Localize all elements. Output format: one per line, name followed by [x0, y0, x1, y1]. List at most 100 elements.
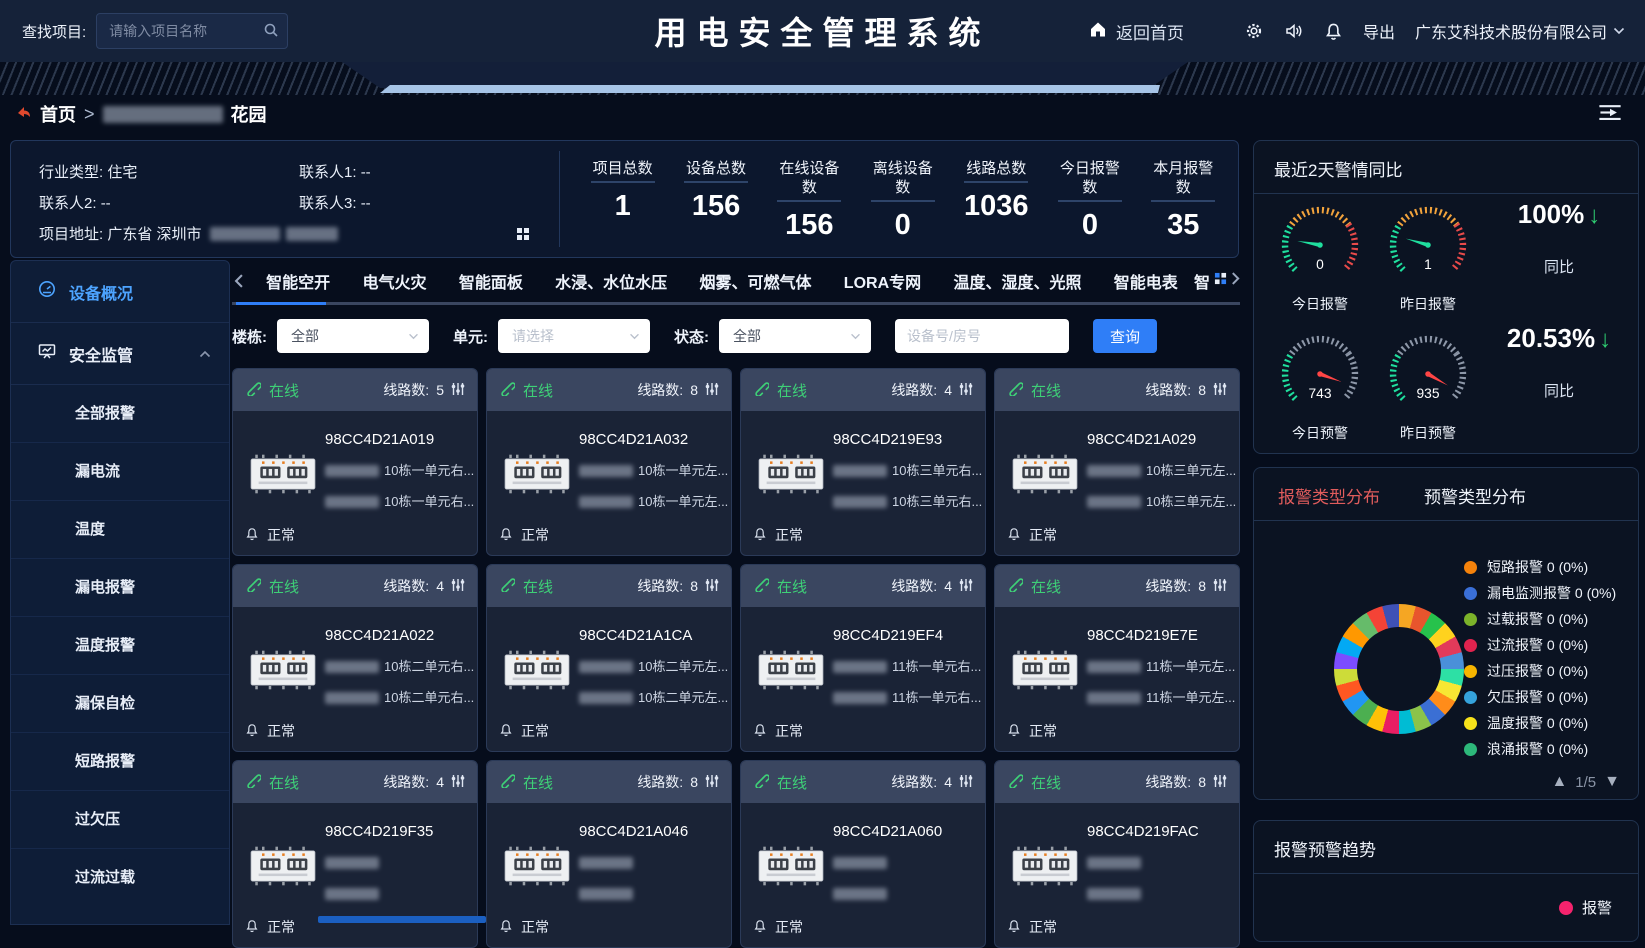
back-home-button[interactable]: 返回首页 [1088, 19, 1184, 44]
unit-select[interactable]: 请选择 [498, 319, 650, 353]
device-type-tab[interactable]: 智能空开 [256, 269, 340, 293]
divider [1254, 193, 1638, 194]
query-button[interactable]: 查询 [1093, 319, 1157, 353]
sliders-icon[interactable] [959, 578, 973, 595]
circuit-breaker-image [248, 649, 318, 696]
sliders-icon[interactable] [451, 382, 465, 399]
status-select[interactable]: 全部 [719, 319, 871, 353]
project-search-input[interactable] [97, 23, 320, 39]
legend-dot [1464, 717, 1477, 730]
legend-dot [1464, 743, 1477, 756]
sidebar-subitem[interactable]: 短路报警 [11, 732, 229, 790]
page-up-icon[interactable]: ▲ [1551, 773, 1567, 791]
legend-item: 欠压报警 0 (0%) [1464, 684, 1616, 710]
sliders-icon[interactable] [705, 774, 719, 791]
device-card[interactable]: 在线 线路数: 4 98CC4D219EF4 11栋一单元右... 11栋一单元… [740, 564, 986, 752]
gauge-dial: 935 [1378, 328, 1478, 420]
sliders-icon[interactable] [1213, 578, 1227, 595]
sliders-icon[interactable] [1213, 774, 1227, 791]
device-id: 98CC4D219E93 [833, 431, 985, 448]
device-card[interactable]: 在线 线路数: 8 98CC4D21A1CA 10栋二单元左... 10栋二单元… [486, 564, 732, 752]
sliders-icon[interactable] [451, 578, 465, 595]
sidebar-subitem[interactable]: 过流过载 [11, 848, 229, 906]
company-dropdown[interactable]: 广东艾科技术股份有限公司 [1415, 19, 1625, 43]
horizontal-scrollbar-thumb[interactable] [318, 916, 486, 923]
sidebar-subitem[interactable]: 温度报警 [11, 616, 229, 674]
device-card[interactable]: 在线 线路数: 8 98CC4D21A032 10栋一单元左... 10栋一单元… [486, 368, 732, 556]
device-type-tab[interactable]: 烟雾、可燃气体 [689, 269, 821, 293]
legend-dot [1464, 665, 1477, 678]
link-icon [1007, 380, 1023, 400]
filter-bar: 楼栋: 全部 单元: 请选择 状态: 全部 查询 [232, 318, 1240, 354]
stat-item: 本月报警数 35 [1151, 159, 1215, 242]
divider [1254, 873, 1638, 874]
breadcrumb: 首页 > 花园 [14, 101, 267, 127]
device-card[interactable]: 在线 线路数: 4 98CC4D21A060 正常 [740, 760, 986, 948]
stats-bar: 项目总数 1 设备总数 156 在线设备数 156 离线设备数 0 线路总数 1… [576, 159, 1230, 242]
circuit-breaker-image [502, 453, 572, 500]
legend-dot [1464, 613, 1477, 626]
gear-icon[interactable] [1244, 21, 1264, 41]
sliders-icon[interactable] [705, 382, 719, 399]
tab-scroll-left-icon[interactable] [232, 274, 246, 288]
device-card[interactable]: 在线 线路数: 4 98CC4D21A022 10栋二单元右... 10栋二单元… [232, 564, 478, 752]
collapse-panel-icon[interactable] [1598, 104, 1622, 126]
sidebar-subitem[interactable]: 全部报警 [11, 385, 229, 442]
sidebar-item-label: 设备概况 [69, 280, 133, 304]
sliders-icon[interactable] [451, 774, 465, 791]
sidebar-item-safety-monitor[interactable]: 安全监管 [11, 323, 229, 385]
device-number-input[interactable] [895, 319, 1069, 353]
sidebar-subitem[interactable]: 漏保自检 [11, 674, 229, 732]
project-search-box[interactable] [96, 13, 288, 49]
back-home-label: 返回首页 [1116, 19, 1184, 44]
device-card[interactable]: 在线 线路数: 4 98CC4D219E93 10栋三单元右... 10栋三单元… [740, 368, 986, 556]
sliders-icon[interactable] [959, 382, 973, 399]
page-down-icon[interactable]: ▼ [1604, 773, 1620, 791]
online-status: 在线 [523, 380, 553, 401]
search-icon[interactable] [263, 22, 279, 43]
arrow-down-icon: ↓ [1599, 326, 1611, 353]
bell-icon [245, 919, 259, 936]
tab-warning-distribution[interactable]: 预警类型分布 [1424, 483, 1526, 508]
device-card[interactable]: 在线 线路数: 5 98CC4D21A019 10栋一单元右... 10栋一单元… [232, 368, 478, 556]
back-arrow-icon[interactable] [14, 103, 32, 126]
online-status: 在线 [269, 380, 299, 401]
sliders-icon[interactable] [959, 774, 973, 791]
sidebar-subitem[interactable]: 温度 [11, 500, 229, 558]
device-card[interactable]: 在线 线路数: 8 98CC4D21A029 10栋三单元左... 10栋三单元… [994, 368, 1240, 556]
sidebar-item-device-overview[interactable]: 设备概况 [11, 261, 229, 323]
divider [1254, 520, 1638, 521]
breadcrumb-home[interactable]: 首页 [40, 101, 76, 127]
sliders-icon[interactable] [705, 578, 719, 595]
device-type-tab[interactable]: LORA专网 [834, 269, 931, 293]
device-card[interactable]: 在线 线路数: 8 98CC4D219E7E 11栋一单元左... 11栋一单元… [994, 564, 1240, 752]
device-type-tab[interactable]: 智能面板 [449, 269, 533, 293]
online-status: 在线 [269, 772, 299, 793]
device-type-tab[interactable]: 水浸、水位水压 [545, 269, 677, 293]
sidebar-subitem[interactable]: 漏电流 [11, 442, 229, 500]
tab-alarm-distribution[interactable]: 报警类型分布 [1278, 483, 1380, 508]
grid-icon[interactable] [516, 227, 530, 246]
device-id: 98CC4D219FAC [1087, 823, 1239, 840]
device-location-line: 11栋一单元右... [833, 660, 985, 674]
link-icon [499, 380, 515, 400]
building-select[interactable]: 全部 [277, 319, 429, 353]
speaker-icon[interactable] [1284, 21, 1304, 41]
device-id: 98CC4D21A060 [833, 823, 985, 840]
donut-hole [1357, 627, 1441, 711]
export-button[interactable]: 导出 [1363, 19, 1395, 43]
sidebar-subitem[interactable]: 漏电报警 [11, 558, 229, 616]
device-card[interactable]: 在线 线路数: 8 98CC4D219FAC 正常 [994, 760, 1240, 948]
device-id: 98CC4D219E7E [1087, 627, 1239, 644]
bell-icon [499, 723, 513, 740]
sliders-icon[interactable] [1213, 382, 1227, 399]
tab-more[interactable]: 智 [1194, 269, 1240, 293]
bell-icon[interactable] [1324, 22, 1343, 41]
device-type-tab[interactable]: 电气火灾 [352, 269, 436, 293]
sidebar-subitem[interactable]: 过欠压 [11, 790, 229, 848]
lines-count: 4 [944, 382, 952, 398]
device-card[interactable]: 在线 线路数: 8 98CC4D21A046 正常 [486, 760, 732, 948]
device-type-tab[interactable]: 智能电表 [1104, 269, 1188, 293]
device-type-tab[interactable]: 温度、湿度、光照 [943, 269, 1091, 293]
tab-scroll-right-icon[interactable] [1231, 272, 1240, 290]
